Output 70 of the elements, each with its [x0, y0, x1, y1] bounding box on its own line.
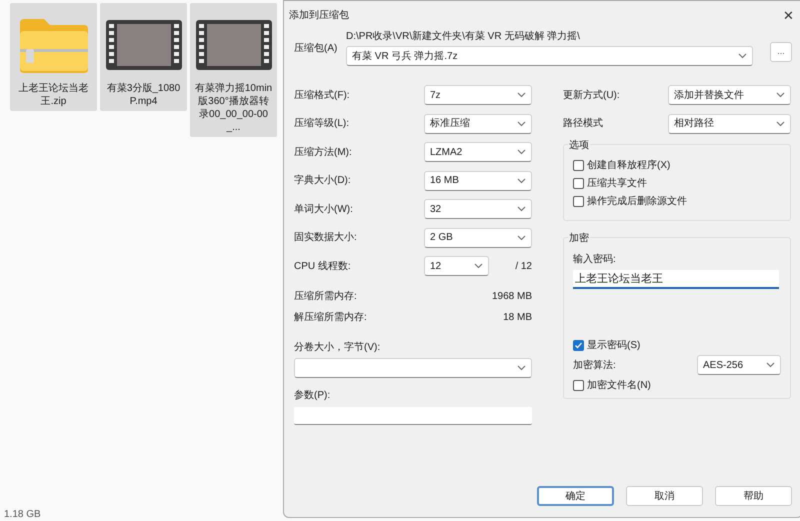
dropdown[interactable]: 7z: [424, 85, 532, 106]
field-label: 压缩方法(M):: [294, 146, 352, 160]
file-name: 有菜弹力摇10min版360°播放器转录00_00_00-00_...: [194, 82, 274, 134]
field-label: 输入密码:: [573, 252, 617, 267]
browse-button[interactable]: ...: [770, 42, 792, 62]
checkbox[interactable]: [573, 340, 584, 350]
dropdown[interactable]: LZMA2: [424, 142, 532, 162]
field-label: 单词大小(W):: [294, 202, 353, 217]
dropdown[interactable]: AES-256: [697, 355, 781, 375]
file-name: 有菜3分版_1080P.mp4: [106, 82, 182, 108]
status-text: 1.18 GB: [4, 509, 41, 520]
checkbox-label: 创建自释放程序(X): [587, 158, 670, 172]
field-label: 加密算法:: [573, 358, 616, 372]
field-label: 压缩等级(L):: [294, 116, 349, 132]
checkbox[interactable]: [573, 160, 584, 170]
chevron-icon: [474, 263, 483, 270]
dropdown[interactable]: [294, 358, 532, 378]
dialog-button[interactable]: 帮助: [715, 486, 792, 506]
archive-path: D:\PR收录\VR\新建文件夹\有菜 VR 无码破解 弹力摇\: [346, 30, 581, 44]
chevron-icon: [776, 92, 785, 98]
memory-value: 1968 MB: [492, 290, 532, 304]
field-label: 参数(P):: [294, 388, 332, 402]
window-title: 添加到压缩包: [289, 8, 349, 22]
close-button[interactable]: ✕: [783, 8, 794, 22]
field-label: 字典大小(D):: [294, 174, 351, 188]
file-name: 上老王论坛当老王.zip: [18, 82, 90, 108]
chevron-icon: [517, 364, 526, 370]
dropdown[interactable]: 2 GB: [424, 228, 532, 248]
dropdown[interactable]: 16 MB: [424, 170, 532, 191]
dropdown[interactable]: 有菜 VR 弓兵 弹力摇.7z: [346, 46, 753, 66]
chevron-icon: [517, 206, 526, 212]
checkbox-label: 显示密码(S): [587, 338, 640, 352]
dropdown[interactable]: 32: [424, 199, 532, 220]
chevron-icon: [517, 149, 526, 156]
checkbox[interactable]: [573, 178, 584, 188]
field-label: CPU 线程数:: [294, 260, 352, 274]
checkbox-label: 操作完成后删除源文件: [587, 194, 687, 208]
field-label: 解压缩所需内存:: [294, 310, 367, 324]
file-tile[interactable]: 有菜3分版_1080P.mp4: [100, 3, 187, 111]
dialog-button[interactable]: 确定: [537, 486, 614, 506]
checkbox-label: 加密文件名(N): [587, 378, 651, 392]
field-label: 压缩格式(F):: [294, 88, 350, 103]
file-tile[interactable]: 有菜弹力摇10min版360°播放器转录00_00_00-00_...: [190, 3, 277, 137]
field-label: 固实数据大小:: [294, 230, 357, 246]
field-label: 路径模式: [563, 116, 603, 132]
chevron-icon: [517, 120, 526, 127]
checkbox[interactable]: [573, 196, 584, 206]
dropdown[interactable]: 12: [424, 256, 489, 276]
params-field[interactable]: [294, 406, 532, 424]
dropdown[interactable]: 添加并替换文件: [668, 85, 791, 106]
password-field[interactable]: 上老王论坛当老王: [573, 270, 779, 289]
dialog-button[interactable]: 取消: [626, 486, 703, 506]
dropdown[interactable]: 标准压缩: [424, 114, 532, 134]
memory-value: 18 MB: [503, 310, 532, 324]
zip-folder-icon: [18, 17, 90, 73]
field-label: 分卷大小，字节(V):: [294, 340, 382, 354]
chevron-icon: [517, 92, 526, 98]
chevron-icon: [766, 362, 775, 368]
field-label: 更新方式(U):: [563, 88, 620, 103]
dropdown[interactable]: 相对路径: [668, 114, 791, 134]
thread-total: / 12: [515, 260, 532, 274]
chevron-icon: [517, 178, 526, 184]
file-tile[interactable]: 上老王论坛当老王.zip: [10, 3, 97, 111]
field-label: 压缩所需内存:: [294, 290, 357, 304]
chevron-icon: [517, 234, 526, 241]
field-label: 压缩包(A): [294, 42, 338, 56]
chevron-icon: [738, 53, 747, 59]
checkbox[interactable]: [573, 380, 584, 390]
checkbox-label: 压缩共享文件: [587, 176, 647, 190]
chevron-icon: [776, 120, 785, 127]
